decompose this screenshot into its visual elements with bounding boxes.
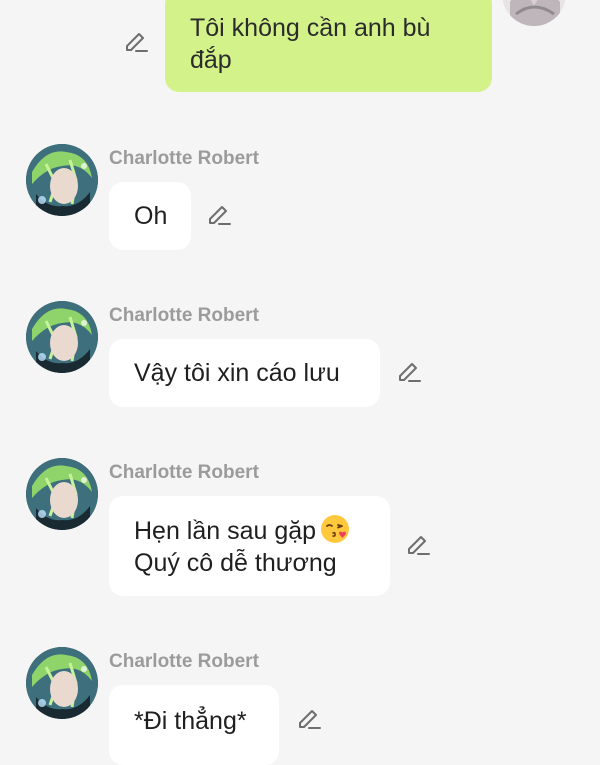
contact-avatar-image <box>26 144 98 216</box>
edit-message-button[interactable] <box>395 359 423 387</box>
pencil-icon <box>399 363 421 382</box>
message-text-line-1: Hẹn lần sau gặp <box>134 514 390 547</box>
self-avatar-image <box>502 0 566 26</box>
outgoing-message-bubble[interactable]: Tôi không cần anh bù đắp <box>165 0 492 92</box>
pencil-icon <box>209 206 231 225</box>
edit-message-button[interactable] <box>404 532 432 560</box>
edit-message-button[interactable] <box>205 202 233 230</box>
contact-avatar[interactable] <box>26 647 98 719</box>
face-blowing-a-kiss-icon <box>320 514 350 544</box>
edit-message-button[interactable] <box>122 29 150 57</box>
pencil-icon <box>299 710 321 729</box>
incoming-message-bubble[interactable]: Oh <box>109 182 191 250</box>
self-avatar[interactable] <box>502 0 566 26</box>
message-text: Oh <box>134 202 168 230</box>
sender-name: Charlotte Robert <box>109 462 259 483</box>
contact-avatar[interactable] <box>26 458 98 530</box>
pencil-icon <box>408 536 430 555</box>
message-text: *Đi thẳng* <box>134 707 247 735</box>
message-text: Vậy tôi xin cáo lưu <box>134 359 340 387</box>
incoming-message-bubble[interactable]: *Đi thẳng* <box>109 685 279 765</box>
sender-name: Charlotte Robert <box>109 651 259 672</box>
contact-avatar-image <box>26 301 98 373</box>
sender-name: Charlotte Robert <box>109 305 259 326</box>
outgoing-message-line-2: đắp <box>190 46 232 74</box>
sender-name: Charlotte Robert <box>109 148 259 169</box>
incoming-message-bubble[interactable]: Hẹn lần sau gặp Quý cô dễ thương <box>109 496 390 596</box>
chat-thread: Tôi không cần anh bù đắp Charlotte Rober… <box>0 0 600 765</box>
incoming-message-bubble[interactable]: Vậy tôi xin cáo lưu <box>109 339 380 407</box>
pencil-icon <box>126 33 148 52</box>
edit-message-button[interactable] <box>295 706 323 734</box>
contact-avatar-image <box>26 458 98 530</box>
outgoing-message-line-1: Tôi không cần anh bù <box>190 14 431 42</box>
message-text: Quý cô dễ thương <box>134 549 337 577</box>
message-text: Hẹn lần sau gặp <box>134 517 317 545</box>
contact-avatar-image <box>26 647 98 719</box>
contact-avatar[interactable] <box>26 144 98 216</box>
contact-avatar[interactable] <box>26 301 98 373</box>
